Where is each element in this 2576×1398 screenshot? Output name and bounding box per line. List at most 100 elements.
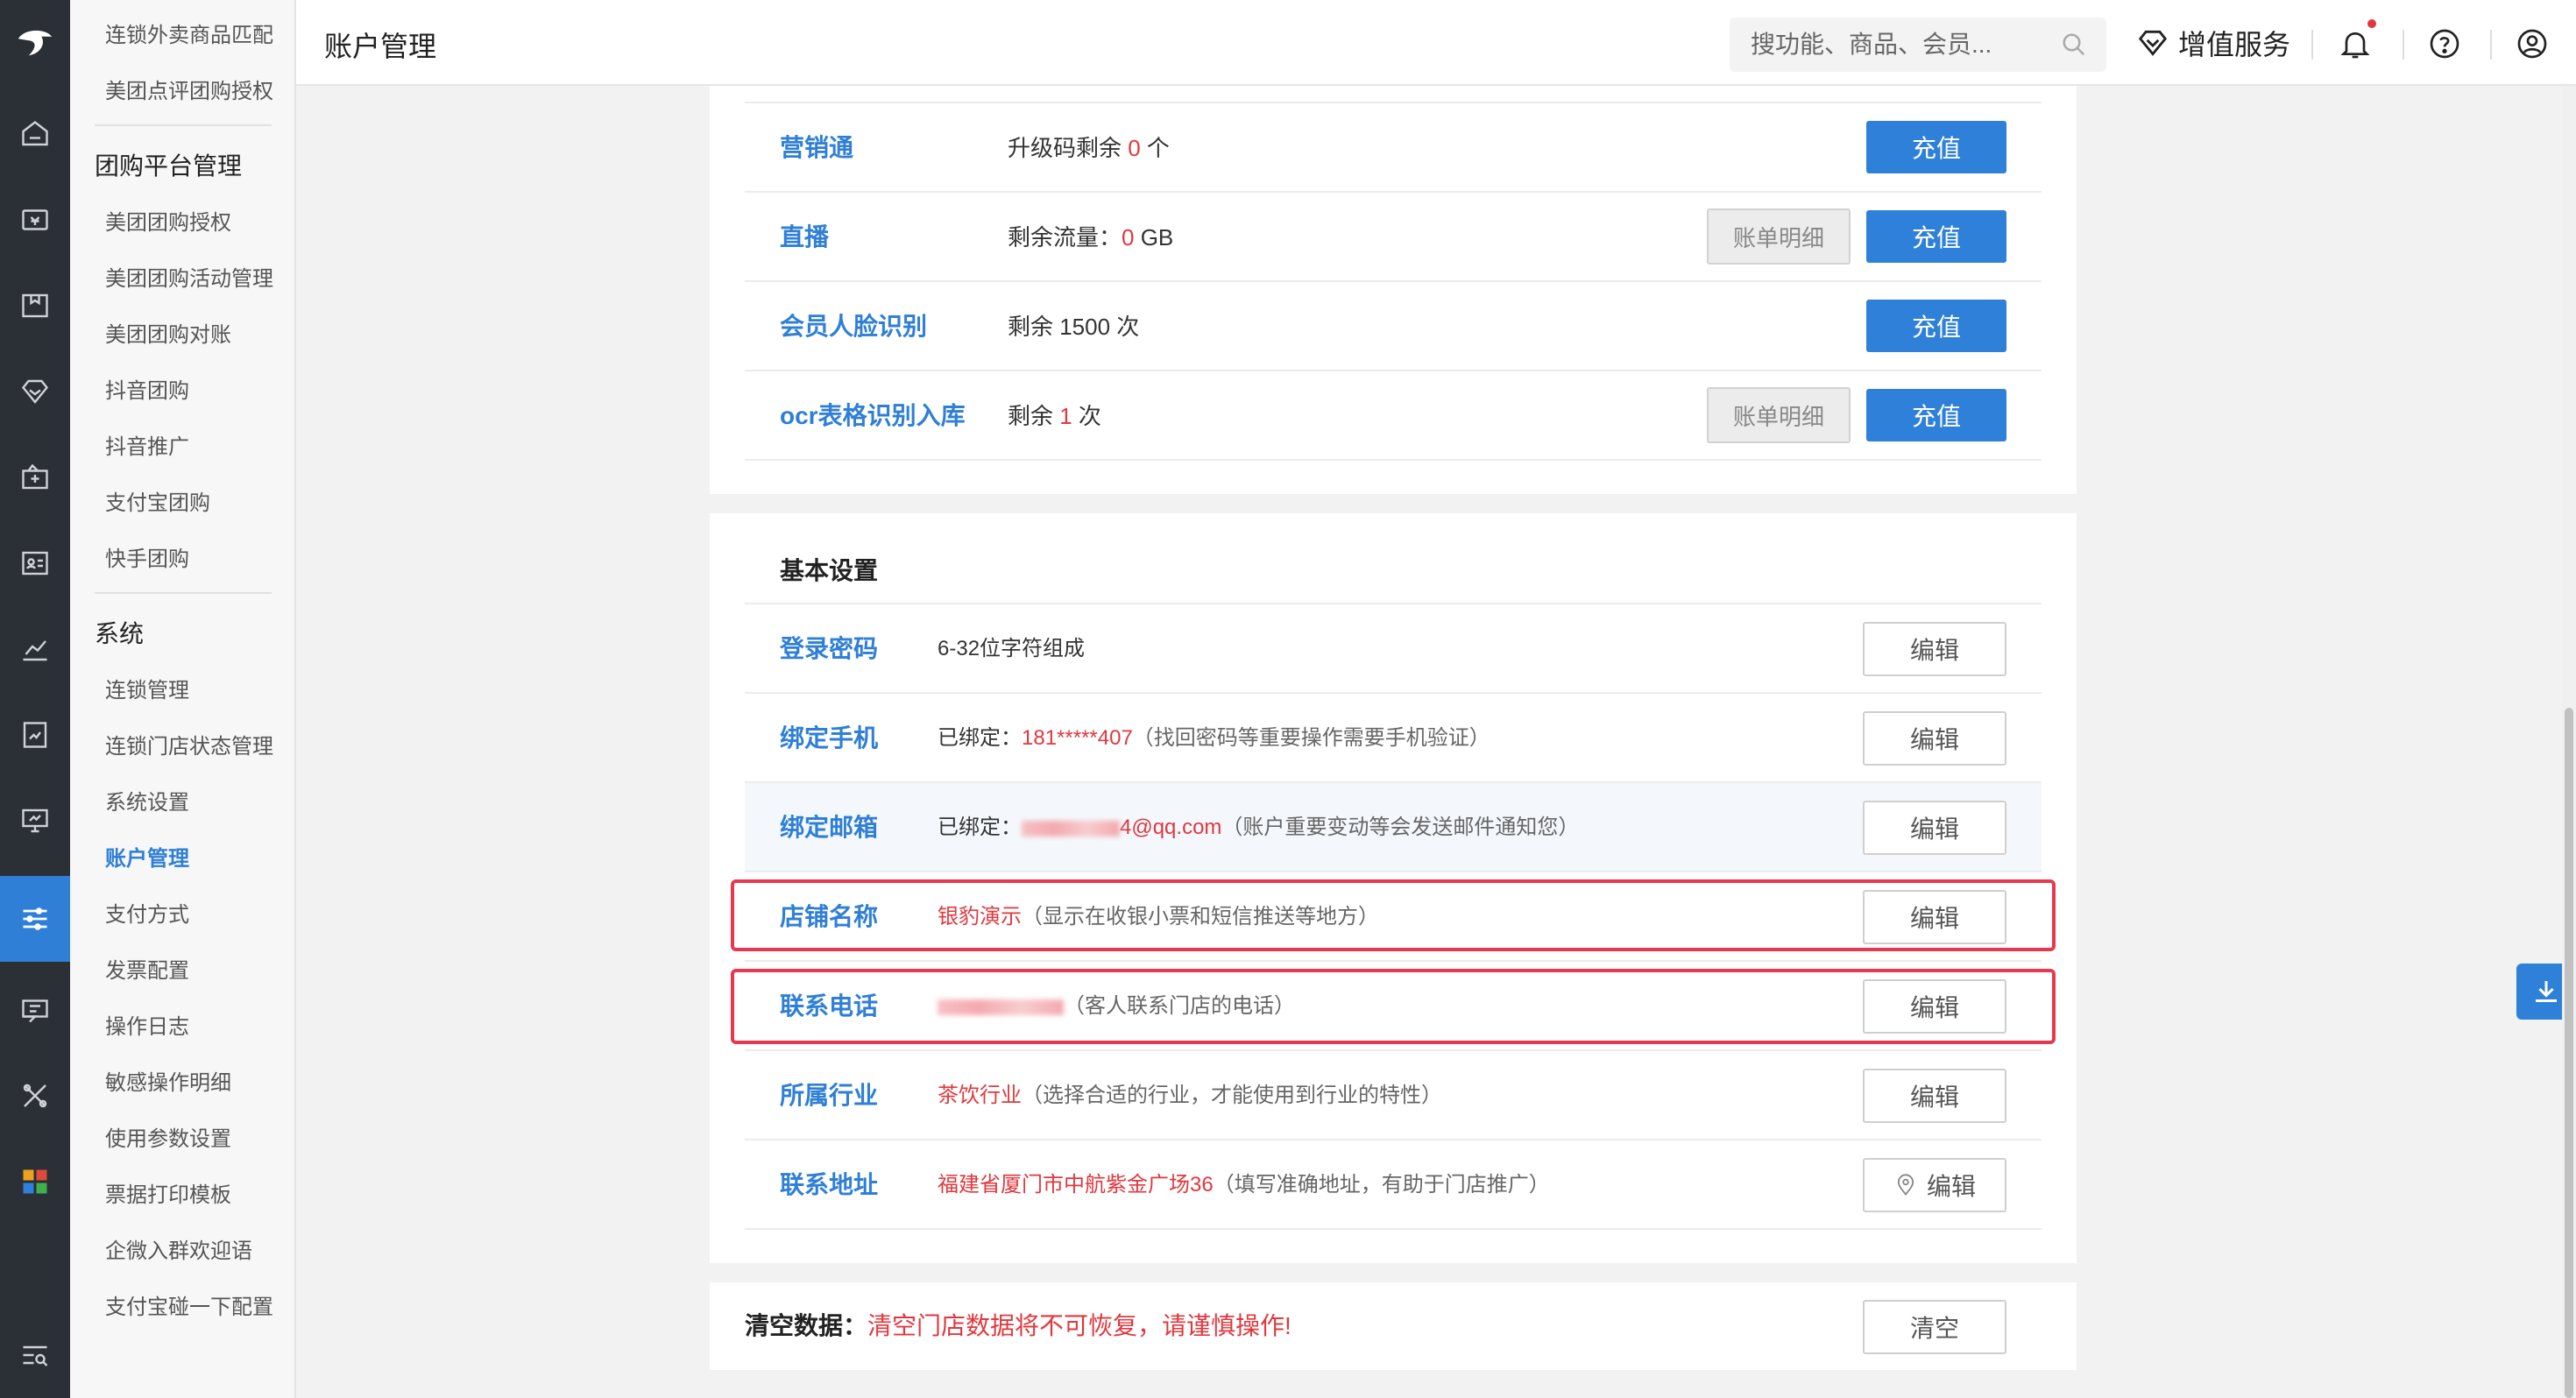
finance-icon[interactable] bbox=[0, 692, 70, 778]
edit-address-button[interactable]: 编辑 bbox=[1863, 1158, 2006, 1212]
service-desc: 剩余 1500 次 bbox=[1008, 314, 1140, 340]
member-diamond-icon[interactable] bbox=[0, 349, 70, 434]
redacted-email bbox=[1022, 820, 1120, 837]
home-icon[interactable] bbox=[0, 91, 70, 177]
service-row: 直播 剩余流量：0 GB 账单明细 充值 bbox=[745, 193, 2042, 282]
menu-item[interactable]: 敏感操作明细 bbox=[105, 1065, 231, 1096]
service-row: 营销通 升级码剩余 0 个 充值 bbox=[745, 103, 2042, 193]
service-name: 直播 bbox=[780, 223, 830, 251]
setting-desc: 已绑定：181*****407（找回密码等重要操作需要手机验证） bbox=[938, 726, 1490, 750]
menu-divider bbox=[95, 124, 272, 126]
header-divider bbox=[2490, 30, 2492, 60]
service-name: ocr表格识别入库 bbox=[780, 402, 966, 429]
menu-item[interactable]: 美团团购授权 bbox=[105, 205, 231, 236]
menu-item[interactable]: 票据打印模板 bbox=[105, 1177, 231, 1208]
setting-label: 绑定邮箱 bbox=[780, 814, 879, 841]
page-title: 账户管理 bbox=[324, 31, 437, 62]
recharge-button[interactable]: 充值 bbox=[1866, 300, 2006, 352]
diamond-icon bbox=[2138, 30, 2168, 56]
header-divider bbox=[2311, 30, 2313, 60]
search-input[interactable] bbox=[1751, 28, 2049, 61]
setting-label: 所属行业 bbox=[780, 1082, 879, 1109]
service-name: 营销通 bbox=[780, 134, 854, 161]
recharge-button[interactable]: 充值 bbox=[1866, 121, 2006, 173]
page-scrollbar[interactable] bbox=[2562, 86, 2576, 1398]
tools-icon[interactable] bbox=[0, 1053, 70, 1139]
menu-group-title: 系统 bbox=[95, 620, 145, 647]
edit-label: 编辑 bbox=[1926, 1173, 1976, 1200]
setting-row-password: 登录密码 6-32位字符组成 编辑 bbox=[745, 604, 2042, 694]
setting-desc: 已绑定： 4@qq.com（账户重要变动等会发送邮件通知您） bbox=[938, 816, 1580, 839]
edit-button[interactable]: 编辑 bbox=[1863, 711, 2006, 766]
recharge-button[interactable]: 充值 bbox=[1866, 389, 2006, 441]
service-name: 会员人脸识别 bbox=[780, 313, 928, 340]
service-desc: 剩余流量：0 GB bbox=[1008, 224, 1174, 251]
setting-row-email: 绑定邮箱 已绑定： 4@qq.com（账户重要变动等会发送邮件通知您） 编辑 bbox=[745, 783, 2042, 872]
menu-item[interactable]: 系统设置 bbox=[105, 785, 189, 816]
bill-detail-button[interactable]: 账单明细 bbox=[1707, 387, 1851, 443]
menu-item[interactable]: 抖音推广 bbox=[105, 429, 189, 460]
settings-sliders-icon[interactable] bbox=[0, 876, 70, 962]
section-title: 基本设置 bbox=[780, 557, 879, 584]
notification-bell-icon[interactable] bbox=[2336, 25, 2374, 63]
edit-button[interactable]: 编辑 bbox=[1863, 801, 2006, 855]
setting-row-phone: 绑定手机 已绑定：181*****407（找回密码等重要操作需要手机验证） 编辑 bbox=[745, 694, 2042, 783]
setting-label: 登录密码 bbox=[780, 635, 879, 662]
download-icon bbox=[2536, 981, 2557, 1002]
service-desc: 剩余 1 次 bbox=[1008, 403, 1101, 429]
menu-item[interactable]: 使用参数设置 bbox=[105, 1121, 231, 1152]
user-avatar-icon[interactable] bbox=[2513, 25, 2551, 63]
goods-icon[interactable] bbox=[0, 263, 70, 349]
value-added-label: 增值服务 bbox=[2178, 29, 2291, 60]
menu-item[interactable]: 支付宝团购 bbox=[105, 485, 210, 516]
highlight-box-store-name bbox=[731, 879, 2056, 951]
menu-item[interactable]: 支付方式 bbox=[105, 897, 189, 928]
message-icon[interactable] bbox=[0, 967, 70, 1053]
menu-item[interactable]: 发票配置 bbox=[105, 953, 189, 984]
menu-item[interactable]: 抖音团购 bbox=[105, 373, 189, 404]
clear-button[interactable]: 清空 bbox=[1863, 1300, 2006, 1354]
staff-card-icon[interactable] bbox=[0, 520, 70, 606]
value-added-service-button[interactable]: 增值服务 bbox=[2136, 23, 2290, 63]
menu-item[interactable]: 企微入群欢迎语 bbox=[105, 1233, 252, 1264]
service-desc: 升级码剩余 0 个 bbox=[1008, 135, 1170, 161]
search-box[interactable] bbox=[1730, 18, 2106, 72]
menu-item[interactable]: 美团团购活动管理 bbox=[105, 261, 273, 292]
recharge-button[interactable]: 充值 bbox=[1866, 210, 2006, 263]
scrollbar-thumb[interactable] bbox=[2565, 708, 2573, 1398]
menu-item[interactable]: 连锁门店状态管理 bbox=[105, 729, 273, 759]
search-icon[interactable] bbox=[2061, 32, 2087, 62]
setting-desc: 福建省厦门市中航紫金广场36（填写准确地址，有助于门店推广） bbox=[938, 1173, 1550, 1197]
menu-item[interactable]: 支付宝碰一下配置 bbox=[105, 1289, 273, 1320]
menu-item[interactable]: 快手团购 bbox=[105, 541, 189, 572]
menu-item[interactable]: 美团团购对账 bbox=[105, 317, 231, 348]
secondary-menu: 连锁外卖商品匹配 美团点评团购授权 团购平台管理 美团团购授权 美团团购活动管理… bbox=[70, 0, 296, 1398]
services-card: 营销通 升级码剩余 0 个 充值 直播 剩余流量：0 GB 账单明细 充值 会员… bbox=[710, 86, 2077, 494]
location-pin-icon bbox=[1897, 1174, 1914, 1196]
app-logo-icon[interactable] bbox=[0, 0, 70, 86]
menu-item[interactable]: 美团点评团购授权 bbox=[105, 74, 273, 104]
monitor-icon[interactable] bbox=[0, 778, 70, 864]
edit-button[interactable]: 编辑 bbox=[1863, 622, 2006, 676]
menu-item[interactable]: 操作日志 bbox=[105, 1009, 189, 1040]
setting-desc: 6-32位字符组成 bbox=[938, 637, 1086, 660]
menu-item[interactable]: 连锁外卖商品匹配 bbox=[105, 18, 273, 48]
collapse-menu-icon[interactable] bbox=[0, 1312, 70, 1398]
menu-divider bbox=[95, 592, 272, 594]
service-row: ocr表格识别入库 剩余 1 次 账单明细 充值 bbox=[745, 371, 2042, 461]
top-header: 账户管理 增值服务 bbox=[296, 0, 2576, 86]
apps-grid-icon[interactable] bbox=[0, 1139, 70, 1225]
report-chart-icon[interactable] bbox=[0, 606, 70, 692]
setting-desc: 茶饮行业（选择合适的行业，才能使用到行业的特性） bbox=[938, 1084, 1442, 1107]
bill-detail-button[interactable]: 账单明细 bbox=[1707, 208, 1851, 265]
marketing-icon[interactable] bbox=[0, 434, 70, 520]
help-question-icon[interactable] bbox=[2425, 25, 2464, 63]
menu-item-account-management[interactable]: 账户管理 bbox=[105, 841, 189, 872]
setting-row-address: 联系地址 福建省厦门市中航紫金广场36（填写准确地址，有助于门店推广） 编辑 bbox=[745, 1140, 2042, 1230]
clear-data-text: 清空数据：清空门店数据将不可恢复，请谨慎操作! bbox=[745, 1312, 1292, 1339]
menu-item[interactable]: 连锁管理 bbox=[105, 673, 189, 703]
cashier-icon[interactable] bbox=[0, 177, 70, 263]
edit-button[interactable]: 编辑 bbox=[1863, 1069, 2006, 1123]
highlight-box-contact-phone bbox=[731, 969, 2056, 1044]
notification-dot bbox=[2367, 19, 2376, 28]
